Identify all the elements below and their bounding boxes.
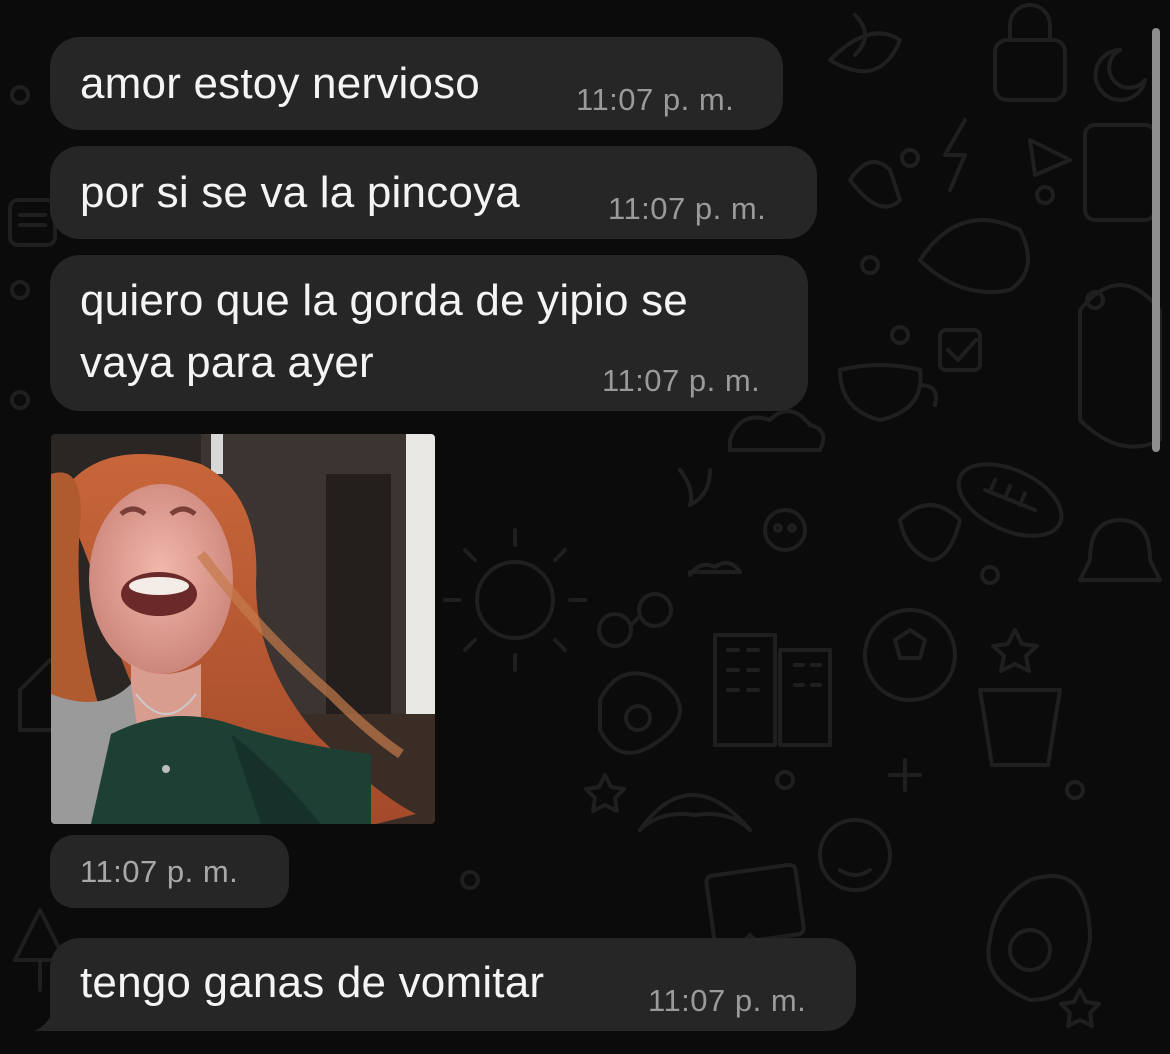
sticker-image[interactable] [51,434,435,824]
message-bubble[interactable]: quiero que la gorda de yipio se vaya par… [50,255,808,411]
message-text: amor estoy nervioso [80,59,480,108]
message-text: tengo ganas de vomitar [80,958,545,1007]
message-timestamp: 11:07 p. m. [80,854,239,889]
lock-doodle-icon [993,38,1067,102]
message-bubble[interactable]: amor estoy nervioso 11:07 p. m. [50,37,783,130]
message-timestamp: 11:07 p. m. [602,363,761,398]
moon-doodle-icon [1093,48,1147,102]
message-bubble[interactable]: por si se va la pincoya 11:07 p. m. [50,146,817,239]
message-bubble[interactable]: tengo ganas de vomitar 11:07 p. m. [50,938,856,1031]
message-text: por si se va la pincoya [80,168,520,217]
message-text-line: quiero que la gorda de yipio se [80,276,688,325]
chat-scrollbar[interactable] [1152,28,1160,452]
message-timestamp: 11:07 p. m. [576,82,735,117]
sun-doodle-icon [475,560,555,640]
sticker-timestamp-pill: 11:07 p. m. [50,835,289,908]
message-text-line: vaya para ayer [80,338,374,387]
message-timestamp: 11:07 p. m. [608,191,767,226]
message-timestamp: 11:07 p. m. [648,983,807,1018]
lightning-doodle-icon [943,118,967,192]
laughing-woman-sticker-icon [51,434,435,824]
